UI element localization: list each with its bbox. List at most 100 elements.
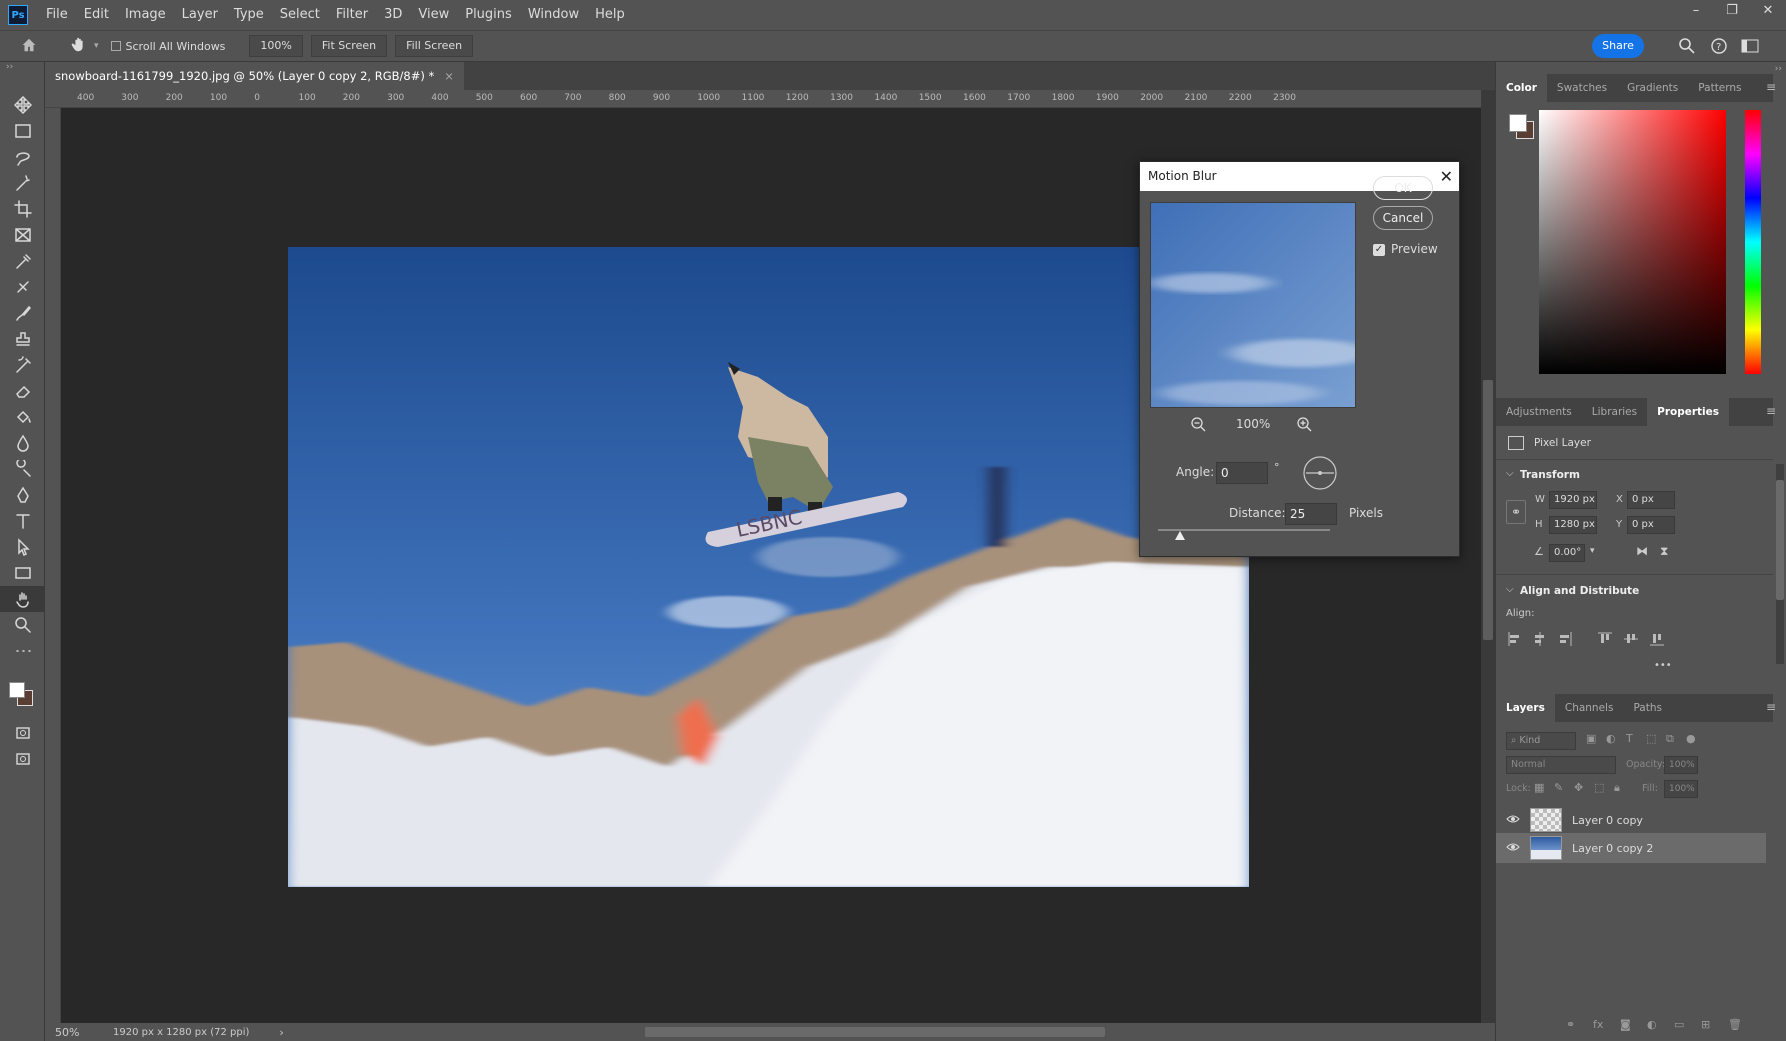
delete-layer-icon[interactable]: 🗑︎ (1728, 1018, 1742, 1031)
align-top-icon[interactable] (1598, 632, 1612, 646)
foreground-color[interactable] (9, 682, 25, 698)
fill-input[interactable]: 100% (1664, 780, 1698, 798)
dodge-tool-icon[interactable] (0, 456, 45, 482)
menu-help[interactable]: Help (587, 0, 633, 30)
opacity-input[interactable]: 100% (1664, 756, 1698, 774)
menu-image[interactable]: Image (117, 0, 174, 30)
distance-input[interactable]: 25 (1285, 503, 1337, 525)
chevron-down-icon[interactable]: ⌵ (1506, 468, 1514, 479)
properties-tab-adjustments[interactable]: Adjustments (1496, 398, 1582, 426)
lock-artboard-icon[interactable]: ⬚ (1594, 781, 1604, 794)
share-button[interactable]: Share (1592, 34, 1644, 58)
ok-button[interactable]: OK (1373, 176, 1433, 200)
kind-filter[interactable]: ⌕ Kind (1506, 732, 1576, 750)
history-brush-icon[interactable] (0, 352, 45, 378)
chevron-down-icon[interactable]: ▾ (94, 41, 99, 51)
close-tab-icon[interactable]: × (444, 62, 454, 90)
eraser-tool-icon[interactable] (0, 378, 45, 404)
zoom-100-button[interactable]: 100% (249, 35, 303, 57)
lasso-tool-icon[interactable] (0, 144, 45, 170)
filter-pixel-icon[interactable]: ▣ (1586, 732, 1596, 745)
menu-window[interactable]: Window (520, 0, 587, 30)
minimize-button[interactable]: – (1678, 0, 1714, 22)
width-input[interactable]: 1920 px (1549, 491, 1597, 509)
menu-plugins[interactable]: Plugins (457, 0, 520, 30)
dialog-close-icon[interactable]: ✕ (1440, 162, 1453, 191)
rotation-input[interactable]: 0.00° (1549, 544, 1585, 562)
chevron-down-icon[interactable]: ▾ (1590, 546, 1595, 556)
properties-tab-libraries[interactable]: Libraries (1582, 398, 1647, 426)
document-image[interactable]: LSBNC (288, 247, 1249, 887)
distance-slider-thumb[interactable] (1175, 531, 1186, 540)
panel-menu-icon[interactable]: ≡ (1766, 404, 1776, 418)
align-bottom-icon[interactable] (1650, 632, 1664, 646)
zoom-in-icon[interactable] (1296, 416, 1312, 435)
layer-row[interactable]: Layer 0 copy (1496, 805, 1766, 835)
preview-checkbox[interactable]: ✓ (1373, 244, 1385, 256)
workspace-icon[interactable] (1741, 38, 1759, 57)
link-layers-icon[interactable]: ⚭ (1566, 1018, 1575, 1031)
stamp-tool-icon[interactable] (0, 326, 45, 352)
adjustment-layer-icon[interactable]: ◐ (1647, 1018, 1657, 1031)
menu-3d[interactable]: 3D (376, 0, 410, 30)
menu-edit[interactable]: Edit (76, 0, 117, 30)
status-arrow[interactable]: › (279, 1026, 283, 1039)
color-tab-gradients[interactable]: Gradients (1617, 74, 1688, 102)
screen-mode-icon[interactable] (0, 746, 45, 772)
align-middle-v-icon[interactable] (1624, 632, 1638, 646)
panel-collapse-icon[interactable]: ›› (1775, 64, 1782, 74)
layer-name[interactable]: Layer 0 copy 2 (1572, 842, 1653, 855)
zoom-out-icon[interactable] (1190, 416, 1206, 435)
angle-input[interactable]: 0 (1216, 462, 1268, 484)
filter-type-icon[interactable]: T (1626, 732, 1633, 745)
foreground-swatch[interactable] (1509, 114, 1527, 132)
flip-vertical-icon[interactable]: ⧗ (1660, 544, 1668, 559)
paint-bucket-icon[interactable] (0, 404, 45, 430)
lock-pixels-icon[interactable]: ✎ (1554, 781, 1563, 794)
link-icon[interactable]: ⚭ (1506, 500, 1526, 524)
filter-shape-icon[interactable]: ⬚ (1646, 732, 1656, 745)
transform-title[interactable]: Transform (1520, 469, 1580, 481)
lock-all-icon[interactable]: 🔒︎ (1614, 781, 1620, 795)
pen-tool-icon[interactable] (0, 482, 45, 508)
color-tab-color[interactable]: Color (1496, 74, 1547, 102)
brush-tool-icon[interactable] (0, 300, 45, 326)
layer-row[interactable]: Layer 0 copy 2 (1496, 833, 1766, 863)
lock-transparent-icon[interactable]: ▦ (1534, 781, 1544, 794)
visibility-eye-icon[interactable] (1506, 814, 1520, 827)
menu-select[interactable]: Select (272, 0, 328, 30)
lock-position-icon[interactable]: ✥ (1574, 781, 1583, 794)
layers-tab-paths[interactable]: Paths (1623, 694, 1672, 722)
maximize-button[interactable]: ❐ (1714, 0, 1750, 22)
horizontal-scrollbar[interactable] (645, 1027, 1105, 1037)
layer-name[interactable]: Layer 0 copy (1572, 814, 1643, 827)
angle-dial[interactable] (1302, 455, 1338, 494)
color-tab-swatches[interactable]: Swatches (1547, 74, 1617, 102)
zoom-level[interactable]: 50% (55, 1026, 101, 1039)
blur-tool-icon[interactable] (0, 430, 45, 456)
vertical-scrollbar[interactable] (1481, 90, 1495, 1023)
blur-preview[interactable] (1150, 202, 1356, 408)
fill-screen-button[interactable]: Fill Screen (395, 35, 474, 57)
quick-mask-icon[interactable] (0, 720, 45, 746)
color-field[interactable] (1539, 110, 1726, 374)
color-swatches[interactable] (0, 664, 44, 720)
add-mask-icon[interactable]: ◙ (1620, 1018, 1631, 1031)
cancel-button[interactable]: Cancel (1373, 206, 1433, 230)
new-group-icon[interactable]: ▭ (1674, 1018, 1684, 1031)
scroll-thumb[interactable] (1483, 380, 1493, 640)
close-window-button[interactable]: ✕ (1750, 0, 1786, 22)
marquee-tool-icon[interactable] (0, 118, 45, 144)
hue-slider[interactable] (1745, 110, 1761, 374)
filter-adjustment-icon[interactable]: ◐ (1606, 732, 1616, 745)
menu-view[interactable]: View (410, 0, 457, 30)
properties-tab-properties[interactable]: Properties (1647, 398, 1730, 426)
magic-wand-tool-icon[interactable] (0, 170, 45, 196)
align-right-icon[interactable] (1558, 632, 1572, 646)
layers-tab-layers[interactable]: Layers (1496, 694, 1555, 722)
more-options-icon[interactable]: ••• (1654, 660, 1672, 671)
panel-menu-icon[interactable]: ≡ (1766, 700, 1776, 714)
scroll-all-checkbox[interactable] (110, 41, 121, 51)
new-layer-icon[interactable]: ⊞ (1701, 1018, 1710, 1031)
more-tools-icon[interactable] (0, 638, 45, 664)
